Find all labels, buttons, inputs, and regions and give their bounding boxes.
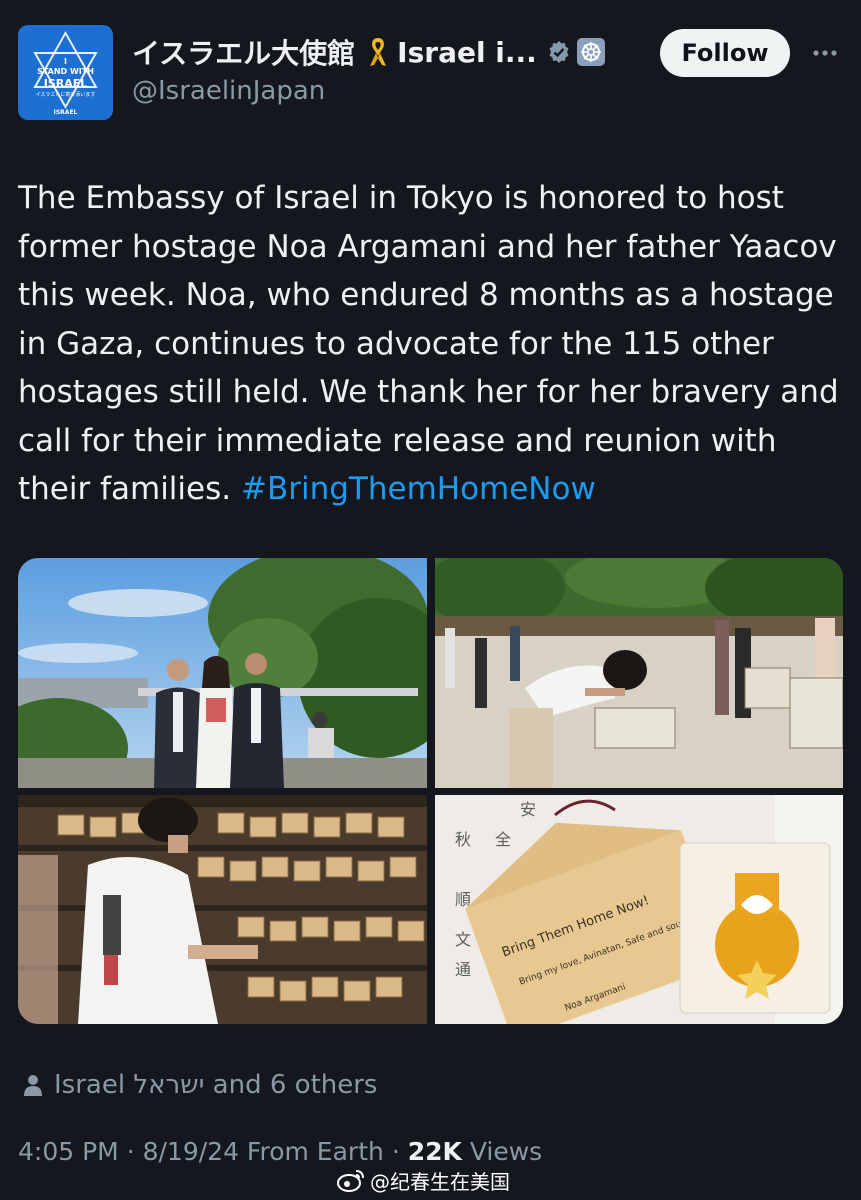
post-date[interactable]: 8/19/24 bbox=[143, 1137, 239, 1166]
avatar[interactable]: I STAND WITH ISRAEL イスラエルに寄り添います ISRAEL bbox=[18, 25, 113, 120]
avatar-text-2: STAND WITH bbox=[37, 67, 94, 76]
display-name[interactable]: イスラエル大使館 bbox=[132, 32, 355, 72]
weibo-icon bbox=[337, 1170, 364, 1192]
watermark: @纪春生在美国 bbox=[336, 1166, 510, 1194]
handle[interactable]: @IsraelinJapan bbox=[132, 76, 325, 106]
media-grid: 安秋全 順文通 勝利家 族にお Bring Them Home Now! Bri… bbox=[18, 558, 843, 1024]
avatar-text-4: イスラエルに寄り添います bbox=[35, 92, 96, 98]
ribbon-icon bbox=[370, 38, 387, 66]
photo-ema-wall[interactable] bbox=[18, 795, 427, 1024]
post-time[interactable]: 4:05 PM bbox=[18, 1137, 119, 1166]
post-text: The Embassy of Israel in Tokyo is honore… bbox=[18, 174, 848, 514]
more-icon[interactable] bbox=[810, 40, 840, 66]
photo-rooftop-group[interactable] bbox=[18, 558, 427, 788]
photo-ema-plaque[interactable]: 安秋全 順文通 勝利家 族にお Bring Them Home Now! Bri… bbox=[435, 795, 843, 1024]
post-source: From Earth bbox=[246, 1137, 384, 1166]
meta-separator: · bbox=[391, 1137, 408, 1166]
badge-icon bbox=[576, 38, 605, 66]
svg-text:通: 通 bbox=[455, 960, 471, 979]
post-body: The Embassy of Israel in Tokyo is honore… bbox=[18, 180, 839, 507]
post-meta: 4:05 PM · 8/19/24 From Earth · 22K Views bbox=[18, 1137, 542, 1166]
avatar-text-3: ISRAEL bbox=[43, 77, 88, 90]
name-row[interactable]: イスラエル大使館 Israel i... bbox=[132, 32, 605, 72]
views-count: 22K bbox=[407, 1137, 462, 1166]
follow-button[interactable]: Follow bbox=[660, 29, 790, 77]
svg-text:秋: 秋 bbox=[455, 830, 471, 849]
hashtag-link[interactable]: #BringThemHomeNow bbox=[241, 471, 596, 507]
svg-text:文: 文 bbox=[455, 930, 471, 949]
avatar-text-1: I bbox=[64, 57, 67, 66]
views-label: Views bbox=[469, 1137, 543, 1166]
svg-text:安: 安 bbox=[520, 800, 536, 819]
photo-shrine-writing[interactable] bbox=[435, 558, 843, 788]
svg-text:全: 全 bbox=[495, 830, 511, 849]
person-icon bbox=[24, 1075, 42, 1096]
display-name-en[interactable]: Israel i... bbox=[397, 36, 537, 69]
verified-icon bbox=[549, 41, 569, 63]
watermark-text: @纪春生在美国 bbox=[370, 1169, 510, 1194]
meta-separator: · bbox=[126, 1137, 143, 1166]
liked-by-text[interactable]: Israel ישראל and 6 others bbox=[54, 1070, 377, 1100]
post-header: I STAND WITH ISRAEL イスラエルに寄り添います ISRAEL … bbox=[0, 0, 861, 140]
avatar-text-5: ISRAEL bbox=[53, 109, 78, 116]
liked-by-row[interactable]: Israel ישראל and 6 others bbox=[22, 1068, 377, 1102]
